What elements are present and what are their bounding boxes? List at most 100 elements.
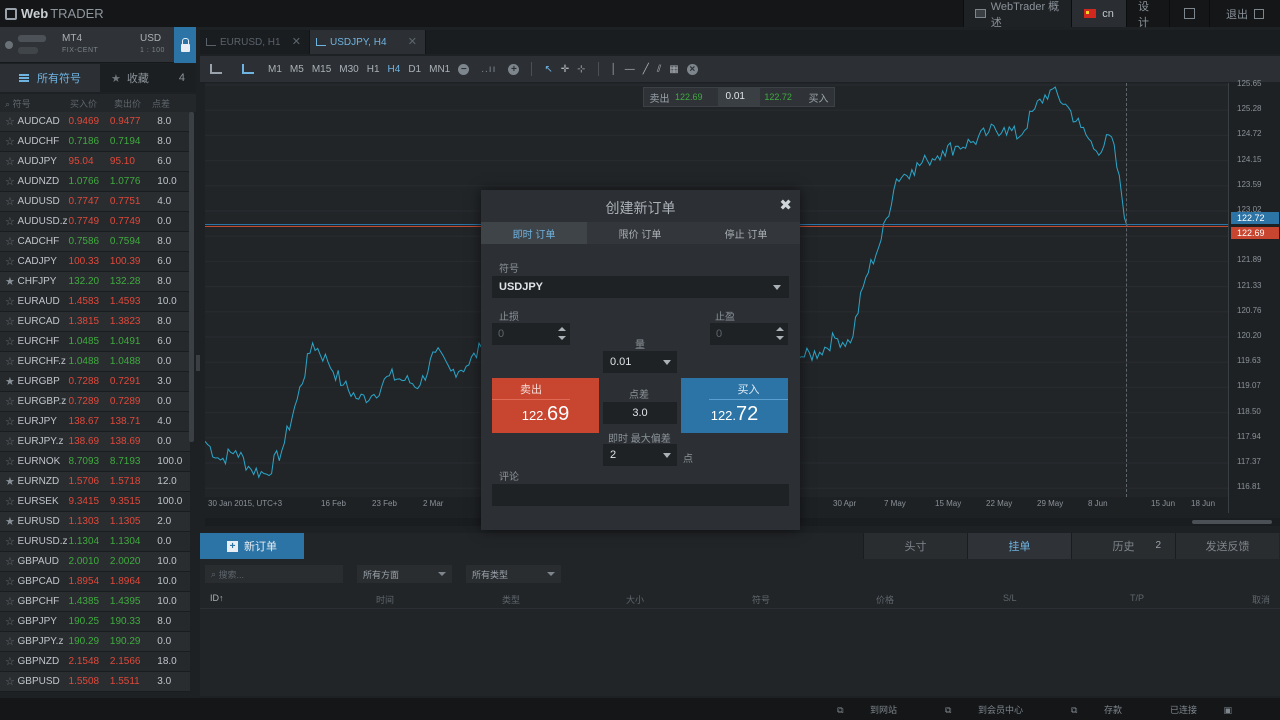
tf-h4[interactable]: H4 [384, 56, 405, 82]
new-order-button[interactable]: + 新订单 [200, 533, 304, 559]
vertical-line-tool[interactable]: │ [607, 56, 621, 82]
tab-feedback[interactable]: 发送反馈 [1175, 533, 1279, 559]
chart-tab-usdjpy[interactable]: USDJPY, H4 ✕ [310, 30, 426, 54]
lock-button[interactable] [174, 27, 196, 63]
favorite-star-icon[interactable]: ☆ [0, 415, 18, 428]
cursor-tool[interactable]: ↖ [540, 56, 556, 82]
tf-d1[interactable]: D1 [404, 56, 425, 82]
orders-col-header[interactable]: 价格 [876, 593, 894, 606]
tf-m1[interactable]: M1 [264, 56, 286, 82]
tab-limit-order[interactable]: 限价 订单 [587, 222, 693, 244]
symbol-row[interactable]: ☆ GBPAUD 2.0010 2.0020 10.0 [0, 552, 190, 572]
chart-scroll-thumb[interactable] [1192, 520, 1272, 524]
chart-tab-eurusd[interactable]: EURUSD, H1 ✕ [200, 30, 310, 54]
zoom-in-button[interactable]: + [504, 56, 523, 82]
symbol-row[interactable]: ☆ AUDCAD 0.9469 0.9477 8.0 [0, 112, 190, 132]
design-link[interactable]: 设计 [1126, 0, 1169, 29]
favorite-star-icon[interactable]: ☆ [0, 355, 18, 368]
take-profit-stepper[interactable]: 0 [710, 323, 788, 345]
favorite-star-icon[interactable]: ☆ [0, 195, 18, 208]
symbol-row[interactable]: ☆ AUDUSD 0.7747 0.7751 4.0 [0, 192, 190, 212]
symbol-row[interactable]: ★ EURGBP 0.7288 0.7291 3.0 [0, 372, 190, 392]
price-axis[interactable]: 125.65125.28124.72124.15123.59123.02122.… [1228, 79, 1280, 513]
horizontal-line-tool[interactable]: — [621, 56, 639, 82]
zoom-out-button[interactable]: − [454, 56, 473, 82]
close-dialog-button[interactable]: ✖ [779, 196, 792, 214]
tab-all-symbols[interactable]: 所有符号 [0, 64, 100, 92]
favorite-star-icon[interactable]: ☆ [0, 675, 18, 688]
col-spread[interactable]: 点差 [152, 97, 192, 110]
favorite-star-icon[interactable]: ☆ [0, 495, 18, 508]
symbol-row[interactable]: ★ EURUSD 1.1303 1.1305 2.0 [0, 512, 190, 532]
close-icon[interactable]: ✕ [292, 35, 301, 48]
favorite-star-icon[interactable]: ☆ [0, 655, 18, 668]
symbol-row[interactable]: ☆ EURJPY.z 138.69 138.69 0.0 [0, 432, 190, 452]
favorite-star-icon[interactable]: ☆ [0, 135, 18, 148]
close-icon[interactable]: ✕ [408, 35, 417, 48]
favorite-star-icon[interactable]: ★ [0, 375, 18, 388]
volume-select[interactable]: 0.01 [603, 351, 677, 373]
max-deviation-select[interactable]: 2 [603, 444, 677, 466]
delete-objects-button[interactable]: × [683, 56, 702, 82]
symbol-row[interactable]: ☆ EURSEK 9.3415 9.3515 100.0 [0, 492, 190, 512]
col-ask[interactable]: 卖出价 [114, 97, 152, 110]
channel-tool[interactable]: ⫽ [653, 56, 665, 82]
symbol-list-scrollbar[interactable] [189, 112, 194, 442]
favorite-star-icon[interactable]: ☆ [0, 235, 18, 248]
symbol-row[interactable]: ☆ GBPJPY.z 190.29 190.29 0.0 [0, 632, 190, 652]
favorite-star-icon[interactable]: ★ [0, 515, 18, 528]
tab-favorites[interactable]: ★ 收藏 4 [100, 64, 196, 92]
tab-history[interactable]: 历史 2 [1071, 533, 1175, 559]
tf-m30[interactable]: M30 [335, 56, 362, 82]
tf-m15[interactable]: M15 [308, 56, 335, 82]
quick-sell-button[interactable]: 卖出 [644, 90, 675, 105]
line-chart-button[interactable] [232, 56, 264, 82]
symbol-row[interactable]: ☆ CADCHF 0.7586 0.7594 8.0 [0, 232, 190, 252]
symbol-row[interactable]: ☆ GBPUSD 1.5508 1.5511 3.0 [0, 672, 190, 692]
favorite-star-icon[interactable]: ☆ [0, 175, 18, 188]
grid-tool[interactable]: ▦ [665, 56, 682, 82]
favorite-star-icon[interactable]: ☆ [0, 315, 18, 328]
symbol-row[interactable]: ☆ AUDJPY 95.04 95.10 6.0 [0, 152, 190, 172]
favorite-star-icon[interactable]: ★ [0, 275, 18, 288]
type-filter[interactable]: 所有类型 [466, 565, 561, 583]
stepper-arrows-icon[interactable] [776, 327, 784, 341]
direction-filter[interactable]: 所有方面 [357, 565, 452, 583]
symbol-row[interactable]: ☆ GBPCAD 1.8954 1.8964 10.0 [0, 572, 190, 592]
orders-col-header[interactable]: T/P [1130, 593, 1144, 603]
symbol-row[interactable]: ☆ AUDUSD.z 0.7749 0.7749 0.0 [0, 212, 190, 232]
comment-input[interactable] [492, 484, 789, 506]
orders-col-header[interactable]: 时间 [376, 593, 394, 606]
symbol-row[interactable]: ☆ EURUSD.z 1.1304 1.1304 0.0 [0, 532, 190, 552]
orders-col-header[interactable]: 大小 [626, 593, 644, 606]
favorite-star-icon[interactable]: ☆ [0, 115, 18, 128]
symbol-row[interactable]: ☆ AUDCHF 0.7186 0.7194 8.0 [0, 132, 190, 152]
favorite-star-icon[interactable]: ★ [0, 475, 18, 488]
sell-button[interactable]: 卖出 122.69 [492, 378, 599, 433]
favorite-star-icon[interactable]: ☆ [0, 395, 18, 408]
symbol-row[interactable]: ☆ EURCHF.z 1.0488 1.0488 0.0 [0, 352, 190, 372]
col-bid[interactable]: 买入价 [62, 97, 114, 110]
quick-volume-select[interactable]: 0.01 [717, 88, 761, 106]
favorite-star-icon[interactable]: ☆ [0, 575, 18, 588]
overview-link[interactable]: WebTrader 概述 [963, 0, 1071, 29]
member-link[interactable]: ⧉ 到会员中心 [945, 703, 1047, 716]
favorite-star-icon[interactable]: ☆ [0, 635, 18, 648]
favorite-star-icon[interactable]: ☆ [0, 255, 18, 268]
orders-col-header[interactable]: 取消 [1252, 593, 1270, 606]
orders-col-header[interactable]: ID↑ [210, 593, 224, 603]
account-selector[interactable]: MT4 FIX-CENT USD 1 : 100 [0, 27, 196, 63]
orders-col-header[interactable]: 符号 [752, 593, 770, 606]
tab-instant-order[interactable]: 即时 订单 [481, 222, 587, 244]
tf-m5[interactable]: M5 [286, 56, 308, 82]
bar-chart-button[interactable] [200, 56, 232, 82]
symbol-row[interactable]: ☆ EURCHF 1.0485 1.0491 6.0 [0, 332, 190, 352]
symbol-row[interactable]: ☆ EURJPY 138.67 138.71 4.0 [0, 412, 190, 432]
favorite-star-icon[interactable]: ☆ [0, 155, 18, 168]
tab-stop-order[interactable]: 停止 订单 [693, 222, 799, 244]
favorite-star-icon[interactable]: ☆ [0, 615, 18, 628]
panel-resize-handle[interactable] [196, 355, 200, 371]
favorite-star-icon[interactable]: ☆ [0, 535, 18, 548]
favorite-star-icon[interactable]: ☆ [0, 335, 18, 348]
orders-col-header[interactable]: 类型 [502, 593, 520, 606]
